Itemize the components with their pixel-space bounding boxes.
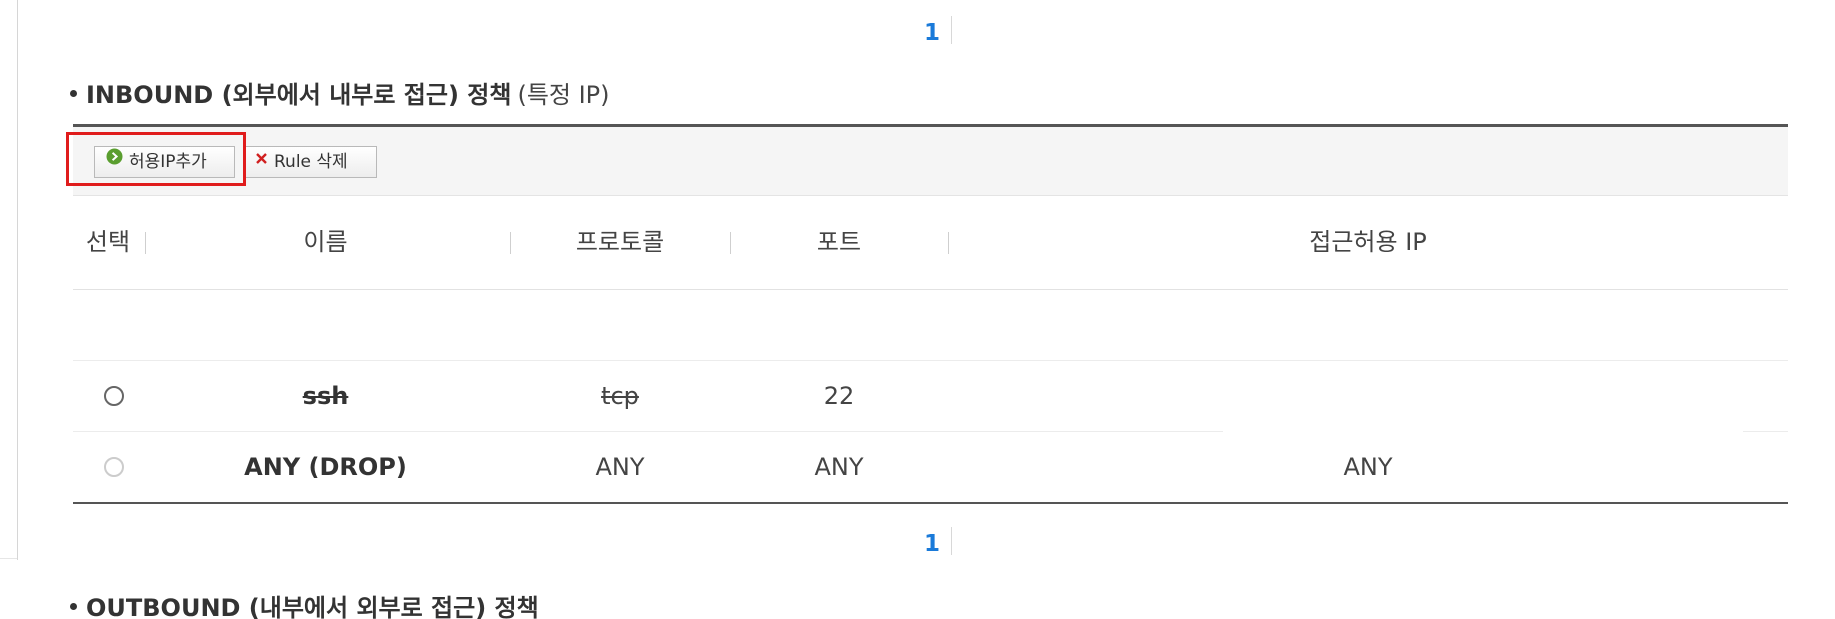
bullet-icon: [70, 90, 77, 97]
inbound-subtitle: (특정 IP): [517, 81, 610, 109]
rule-port: ANY: [814, 453, 864, 481]
rule-port: 22: [823, 382, 855, 410]
rule-name: ssh: [302, 382, 349, 410]
table-row[interactable]: ANY (DROP) ANY ANY ANY: [73, 432, 1788, 504]
page-link-1[interactable]: 1: [922, 13, 942, 53]
left-panel-border: [17, 0, 18, 560]
add-allowed-ip-label: 허용IP추가: [129, 152, 207, 172]
delete-rule-button[interactable]: Rule 삭제: [243, 146, 377, 178]
column-header-allowed-ip: 접근허용 IP: [1309, 228, 1427, 256]
inbound-title: INBOUND (외부에서 내부로 접근) 정책: [86, 81, 512, 109]
bullet-icon: [70, 603, 77, 610]
pagination-top: 1: [0, 13, 1835, 53]
rule-allowed-ip: ANY: [1343, 453, 1393, 481]
rule-protocol: tcp: [601, 382, 639, 410]
row-select-radio[interactable]: [104, 457, 124, 477]
arrow-circle-icon: [106, 145, 123, 175]
firewall-policy-page: 1 INBOUND (외부에서 내부로 접근) 정책 (특정 IP) 허용IP추가: [0, 0, 1835, 619]
inbound-rules-panel: 허용IP추가 Rule 삭제 선택 이름 프로토콜 포트 접근허용 IP ssh…: [66, 124, 1788, 504]
inbound-toolbar: 허용IP추가 Rule 삭제: [66, 127, 1788, 196]
row-select-radio[interactable]: [104, 386, 124, 406]
pagination-separator: [951, 16, 952, 44]
page-link-1[interactable]: 1: [922, 524, 942, 564]
table-spacer-row: [73, 290, 1788, 361]
outbound-title: OUTBOUND (내부에서 외부로 접근) 정책: [86, 594, 539, 619]
column-header-port: 포트: [816, 228, 862, 256]
rule-protocol: ANY: [595, 453, 645, 481]
table-row[interactable]: ssh tcp 22: [73, 361, 1788, 433]
x-icon: [255, 145, 268, 175]
add-allowed-ip-button[interactable]: 허용IP추가: [94, 146, 235, 178]
rule-name: ANY (DROP): [244, 453, 407, 481]
column-header-select: 선택: [85, 228, 131, 256]
delete-rule-label: Rule 삭제: [274, 152, 348, 172]
pagination-bottom: 1: [0, 524, 1835, 564]
cell-overlay: [1223, 361, 1743, 433]
column-header-protocol: 프로토콜: [575, 228, 665, 256]
column-header-name: 이름: [303, 228, 348, 256]
outbound-section-title: OUTBOUND (내부에서 외부로 접근) 정책: [70, 588, 539, 619]
table-header: 선택 이름 프로토콜 포트 접근허용 IP: [73, 196, 1788, 290]
pagination-separator: [951, 527, 952, 555]
inbound-section-title: INBOUND (외부에서 내부로 접근) 정책 (특정 IP): [70, 75, 610, 115]
